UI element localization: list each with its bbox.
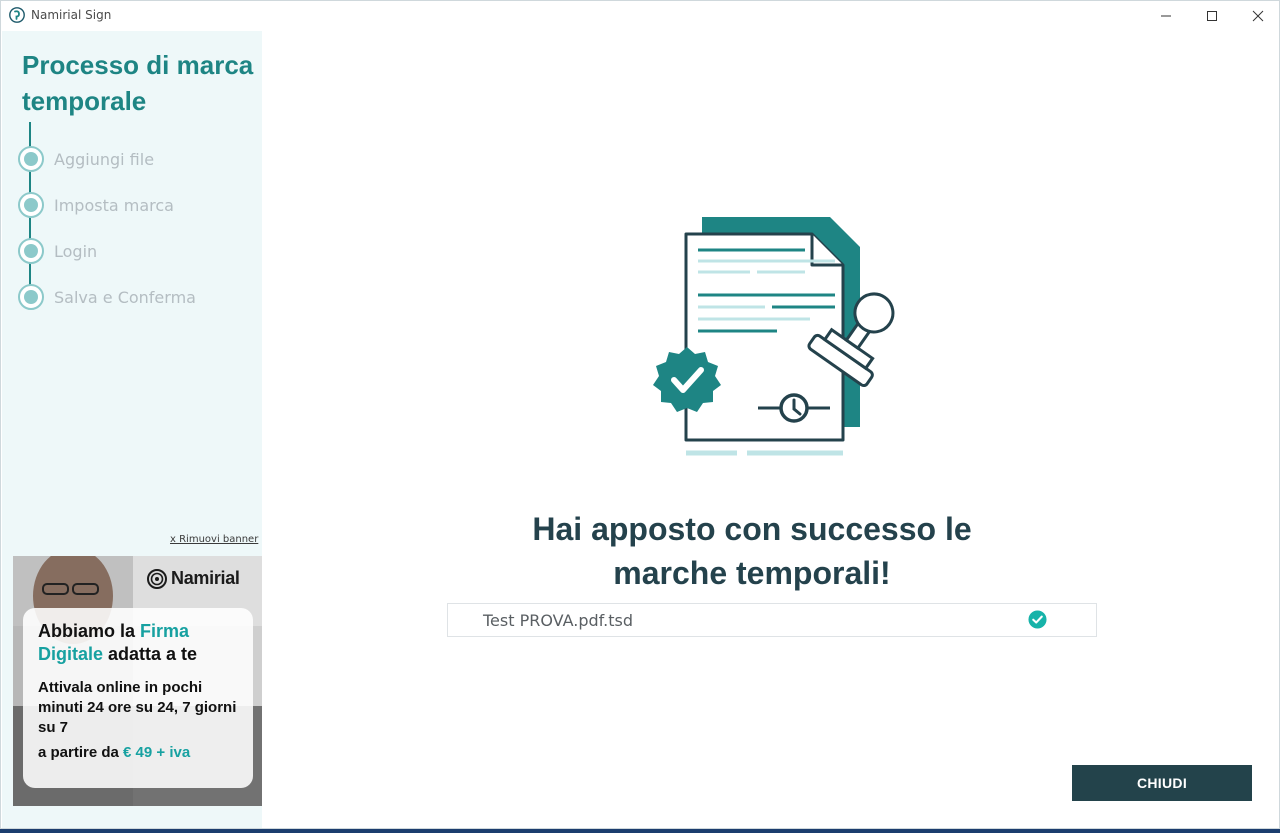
banner-logo-text: Namirial: [171, 568, 240, 588]
timestamp-document-illustration: [653, 217, 895, 456]
banner-price: a partire da € 49 + iva: [38, 744, 191, 761]
close-icon: [1252, 10, 1264, 22]
main-panel: Hai apposto con successo le marche tempo…: [262, 31, 1279, 828]
maximize-icon: [1207, 11, 1217, 21]
file-row: Test PROVA.pdf.tsd: [447, 603, 1097, 637]
step-imposta-marca: Imposta marca: [18, 192, 174, 218]
window-title: Namirial Sign: [31, 8, 112, 22]
step-aggiungi-file: Aggiungi file: [18, 146, 154, 172]
sidebar: Processo di marca temporale Aggiungi fil…: [2, 31, 263, 828]
close-window-button[interactable]: [1235, 1, 1279, 31]
check-circle-icon: [1028, 610, 1047, 629]
promo-banner[interactable]: Namirial Abbiamo la Firma Digitale adatta…: [13, 556, 263, 806]
banner-card: Abbiamo la Firma Digitale adatta a te Att…: [23, 608, 253, 788]
title-bar: Namirial Sign: [1, 1, 1279, 31]
banner-headline: Abbiamo la Firma Digitale adatta a te: [38, 621, 198, 664]
step-label: Imposta marca: [54, 195, 174, 215]
minimize-icon: [1161, 15, 1171, 17]
sidebar-title: Processo di marca temporale: [22, 50, 254, 116]
step-indicator-icon: [18, 238, 44, 264]
step-salva-e-conferma: Salva e Conferma: [18, 284, 196, 310]
minimize-button[interactable]: [1143, 1, 1189, 31]
banner-logo: Namirial: [147, 568, 240, 589]
step-label: Login: [54, 241, 98, 261]
step-indicator-icon: [18, 284, 44, 310]
banner-body-text: Attivala online in pochi minuti 24 ore s…: [38, 679, 237, 736]
step-indicator-icon: [18, 192, 44, 218]
maximize-button[interactable]: [1189, 1, 1235, 31]
namirial-logo-icon: [9, 7, 25, 23]
namirial-logo-icon: [147, 568, 167, 589]
app-window: Namirial Sign Processo di marca temporal…: [0, 0, 1280, 829]
step-label: Aggiungi file: [54, 149, 155, 169]
step-indicator-icon: [18, 146, 44, 172]
close-button[interactable]: CHIUDI: [1072, 765, 1252, 801]
step-label: Salva e Conferma: [54, 287, 196, 307]
file-name: Test PROVA.pdf.tsd: [483, 611, 633, 630]
remove-banner-link[interactable]: x Rimuovi banner: [170, 534, 258, 545]
step-login: Login: [18, 238, 97, 264]
success-title: Hai apposto con successo le marche tempo…: [532, 511, 972, 591]
